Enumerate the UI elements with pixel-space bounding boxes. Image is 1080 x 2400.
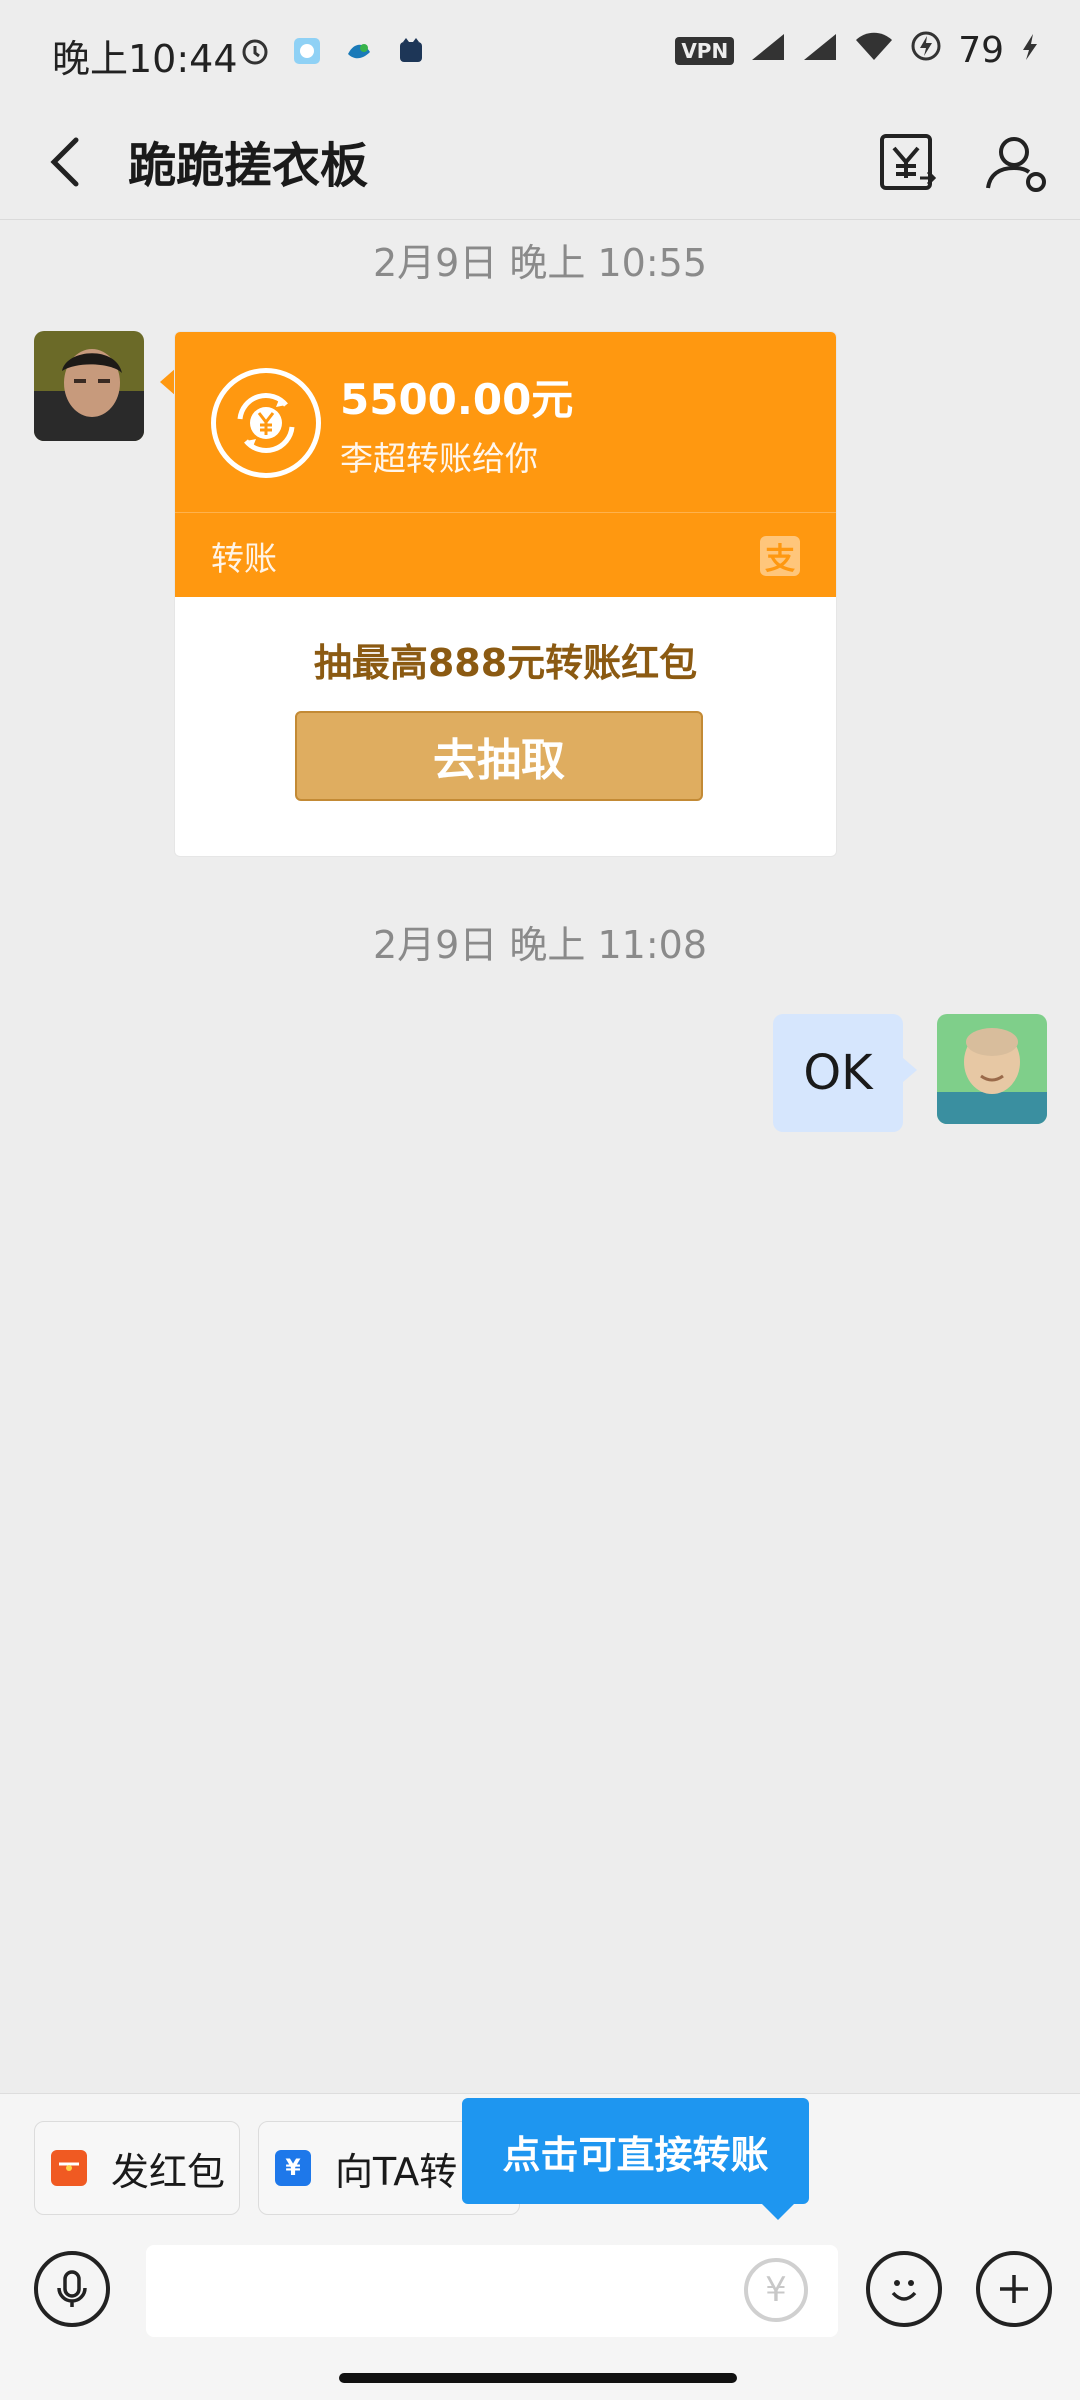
signal-icon <box>802 30 838 71</box>
transfer-icon <box>880 134 937 190</box>
transfer-message-card[interactable]: 5500.00元 李超转账给你 转账 支 抽最高888元转账红包 去抽取 <box>174 331 837 857</box>
charging-icon <box>910 30 942 71</box>
transfer-card-header: 5500.00元 李超转账给你 转账 支 <box>175 332 836 597</box>
home-indicator[interactable] <box>339 2373 737 2383</box>
signal-icon <box>750 30 786 71</box>
charging-bolt-icon <box>1020 30 1040 71</box>
divider <box>175 512 836 513</box>
transfer-button[interactable] <box>868 122 948 202</box>
red-packet-label: 发红包 <box>111 2149 226 2194</box>
status-notification-icons <box>238 34 428 68</box>
chat-title: 跪跪搓衣板 <box>128 138 369 194</box>
app-icon <box>342 34 376 68</box>
chat-settings-button[interactable] <box>976 122 1056 202</box>
alarm-icon <box>238 34 272 68</box>
battery-level: 79 <box>958 30 1004 71</box>
transfer-label: 转账 <box>211 539 277 578</box>
red-packet-chip[interactable]: 发红包 <box>34 2121 240 2215</box>
timestamp: 2月9日 晚上 11:08 <box>372 923 708 967</box>
microphone-icon <box>57 2270 87 2307</box>
bubble-arrow <box>903 1058 917 1082</box>
back-button[interactable] <box>40 126 100 196</box>
outgoing-message-bubble[interactable]: OK <box>773 1014 903 1132</box>
app-icon <box>394 34 428 68</box>
contact-settings-icon <box>986 137 1046 192</box>
alipay-icon: 支 <box>760 536 800 577</box>
app-icon <box>290 34 324 68</box>
timestamp: 2月9日 晚上 10:55 <box>372 241 708 285</box>
emoji-button[interactable] <box>866 2251 942 2327</box>
yen-icon[interactable]: ¥ <box>744 2258 808 2322</box>
tooltip-arrow <box>762 2204 794 2220</box>
transfer-tooltip[interactable]: 点击可直接转账 <box>462 2098 809 2204</box>
emoji-icon <box>891 2280 917 2301</box>
back-icon <box>50 137 79 187</box>
voice-button[interactable] <box>34 2251 110 2327</box>
promo-text: 抽最高888元转账红包 <box>313 641 698 685</box>
status-right: VPN 79 <box>675 30 1040 71</box>
my-avatar[interactable] <box>937 1014 1047 1124</box>
transfer-payer: 李超转账给你 <box>340 439 538 478</box>
vpn-badge: VPN <box>675 36 735 65</box>
chat-header: 跪跪搓衣板 <box>0 104 1080 220</box>
red-packet-icon <box>51 2150 87 2186</box>
contact-avatar[interactable] <box>34 331 144 441</box>
status-time: 晚上10:44 <box>52 37 238 81</box>
transfer-amount: 5500.00元 <box>340 375 574 424</box>
status-bar: 晚上10:44 VPN 79 <box>0 0 1080 104</box>
transfer-to-ta-label: 向TA转 <box>335 2149 458 2194</box>
transfer-yen-icon: ¥ <box>275 2150 311 2186</box>
plus-icon <box>1000 2275 1028 2303</box>
draw-button[interactable]: 去抽取 <box>295 711 703 801</box>
more-button[interactable] <box>976 2251 1052 2327</box>
transfer-coin-icon <box>211 368 321 478</box>
message-input[interactable] <box>146 2245 838 2337</box>
wifi-icon <box>854 30 894 71</box>
